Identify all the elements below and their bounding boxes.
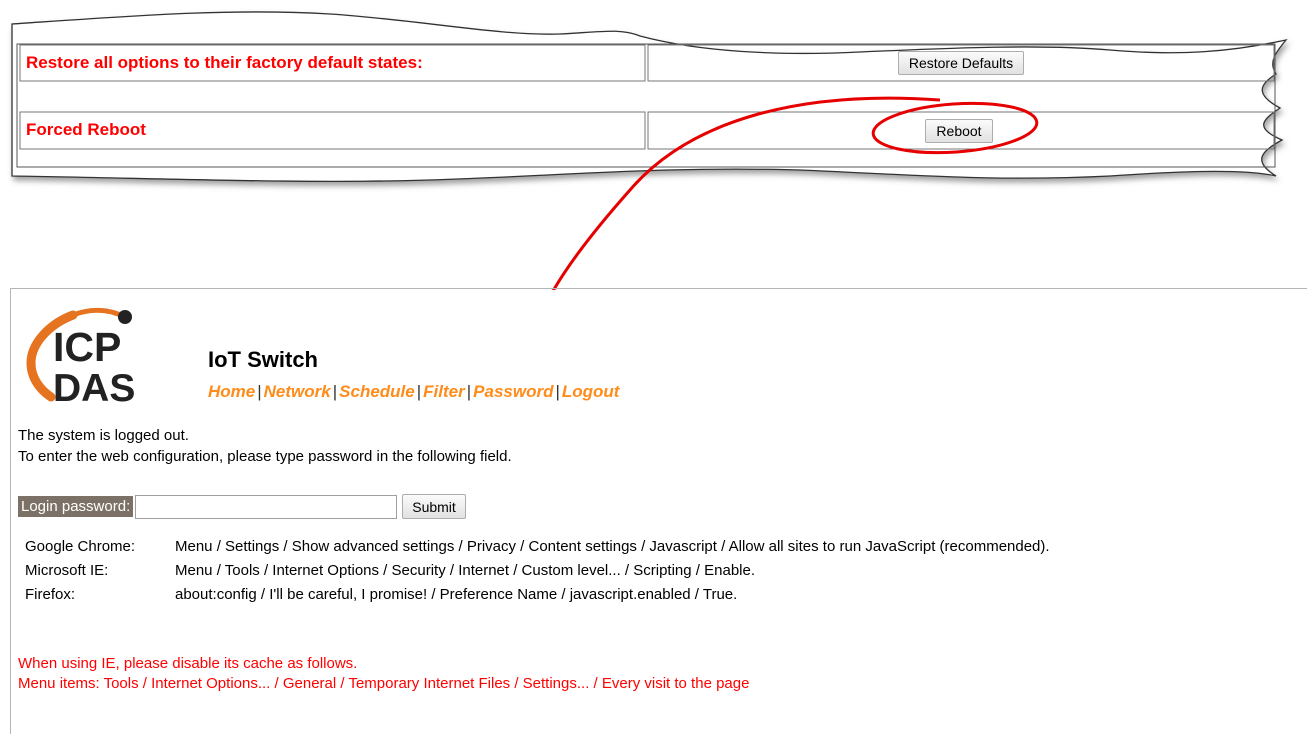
reboot-button[interactable]: Reboot bbox=[925, 119, 993, 143]
browser-name: Firefox: bbox=[25, 585, 76, 603]
browser-steps: Menu / Tools / Internet Options / Securi… bbox=[175, 561, 755, 579]
app-title: IoT Switch bbox=[208, 347, 318, 372]
list-item: Firefox: about:config / I'll be careful,… bbox=[25, 582, 1050, 606]
submit-button[interactable]: Submit bbox=[402, 494, 466, 519]
logo-text-top: ICP bbox=[53, 324, 121, 370]
nav-filter[interactable]: Filter bbox=[423, 382, 465, 401]
nav-password[interactable]: Password bbox=[473, 382, 553, 401]
forced-reboot-label: Forced Reboot bbox=[26, 120, 146, 139]
nav-schedule[interactable]: Schedule bbox=[339, 382, 415, 401]
login-instruction: To enter the web configuration, please t… bbox=[18, 448, 512, 465]
nav-bar: Home | Network | Schedule | Filter | Password | Lo… bbox=[208, 382, 620, 401]
list-item: Microsoft IE: Menu / Tools / Internet Op… bbox=[25, 558, 1050, 582]
restore-defaults-cell: Restore Defaults bbox=[648, 45, 1274, 81]
nav-home[interactable]: Home bbox=[208, 382, 255, 401]
nav-logout[interactable]: Logout bbox=[562, 382, 620, 401]
ie-cache-note: When using IE, please disable its cache … bbox=[18, 655, 358, 672]
ie-cache-steps: Menu items: Tools / Internet Options... … bbox=[18, 675, 750, 692]
login-password-label: Login password: bbox=[18, 496, 134, 517]
list-item: Google Chrome: Menu / Settings / Show ad… bbox=[25, 534, 1050, 558]
browser-steps: Menu / Settings / Show advanced settings… bbox=[175, 537, 1050, 555]
reboot-cell: Reboot bbox=[648, 113, 1274, 149]
icpdas-logo: ICP DAS bbox=[26, 307, 135, 409]
logo-text-bottom: DAS bbox=[53, 367, 135, 409]
logged-out-status: The system is logged out. bbox=[18, 427, 189, 444]
login-page: ICP DAS IoT Switch Home | Network | Schedule… bbox=[10, 288, 1307, 734]
nav-network[interactable]: Network bbox=[264, 382, 331, 401]
password-input[interactable] bbox=[135, 494, 398, 519]
javascript-help-list: Google Chrome: Menu / Settings / Show ad… bbox=[25, 534, 1050, 606]
restore-defaults-label: Restore all options to their factory def… bbox=[26, 53, 423, 72]
browser-name: Google Chrome: bbox=[25, 537, 136, 555]
browser-steps: about:config / I'll be careful, I promis… bbox=[175, 585, 738, 603]
restore-defaults-button[interactable]: Restore Defaults bbox=[897, 51, 1025, 75]
login-form: Login password: Submit bbox=[18, 494, 466, 519]
browser-name: Microsoft IE: bbox=[25, 561, 109, 579]
